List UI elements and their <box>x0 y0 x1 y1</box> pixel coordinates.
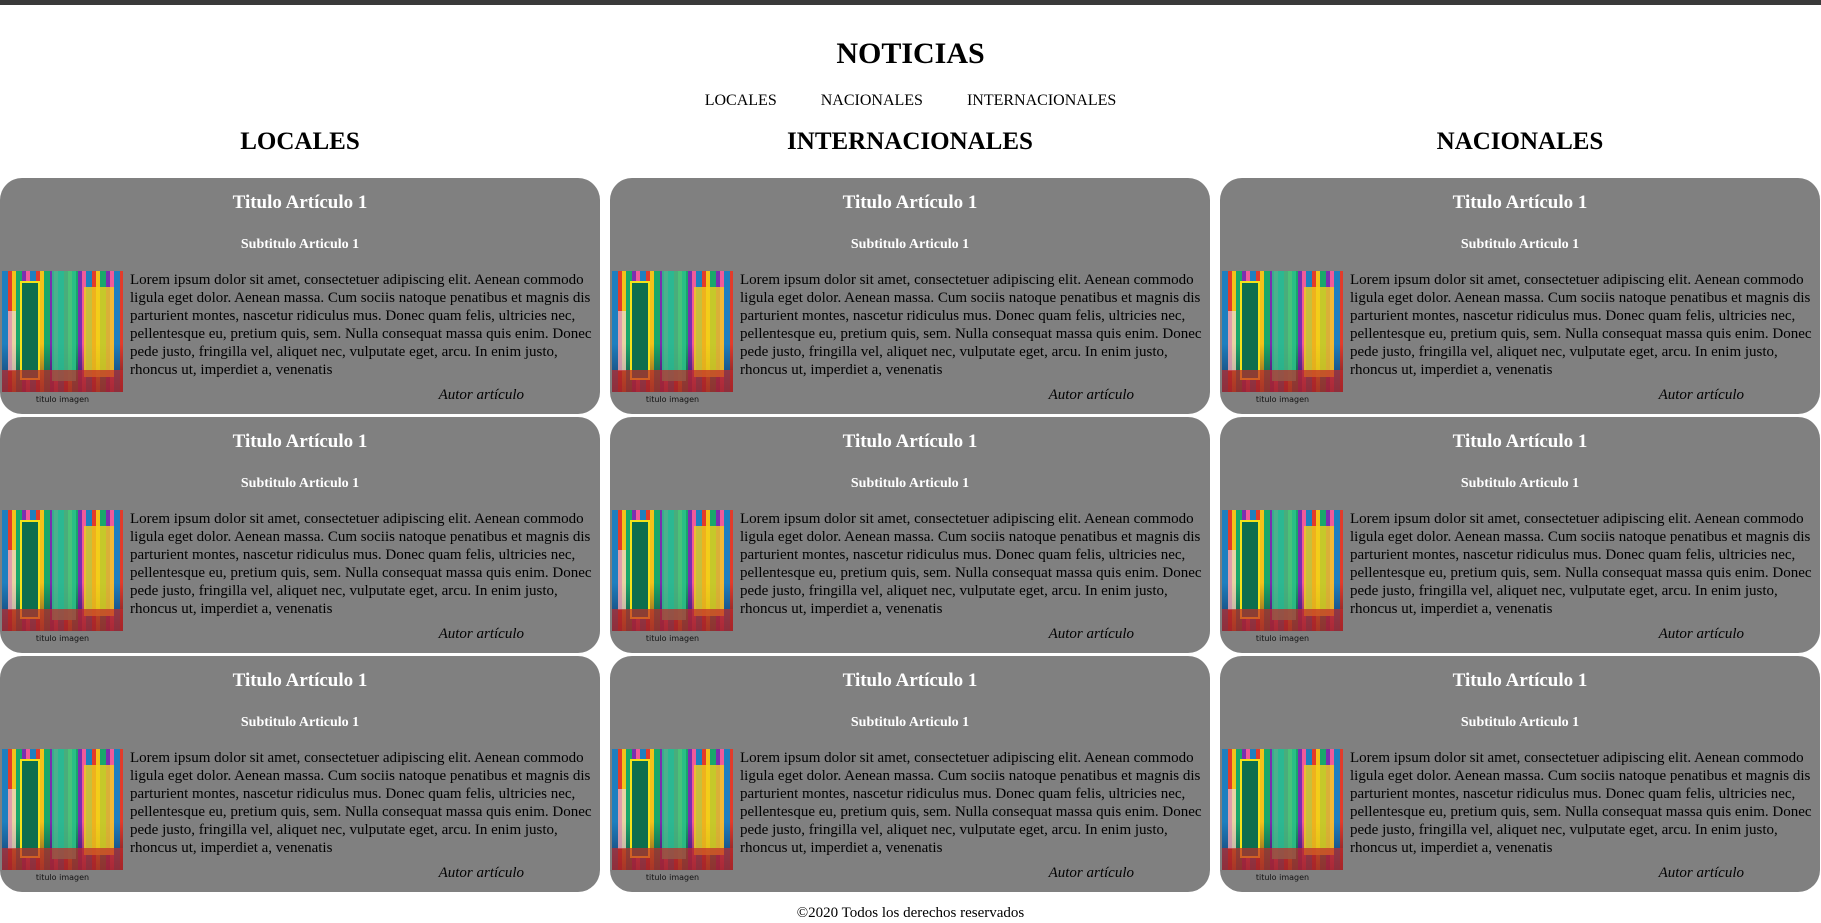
site-title: NOTICIAS <box>836 37 985 70</box>
article-subtitle: Subtitulo Articulo 1 <box>240 237 360 252</box>
article-body: Lorem ipsum dolor sit amet, consectetuer… <box>740 272 1202 378</box>
article-subtitle: Subtitulo Articulo 1 <box>1460 715 1580 730</box>
article-body: Lorem ipsum dolor sit amet, consectetuer… <box>740 511 1202 617</box>
article-card: Titulo Artículo 1 Subtitulo Articulo 1 tit… <box>0 656 600 892</box>
article-figure: titulo imagen <box>612 510 733 643</box>
article-image <box>2 510 123 631</box>
article-title: Titulo Artículo 1 <box>842 192 978 213</box>
article-figure: titulo imagen <box>612 271 733 404</box>
article-author: Autor artículo <box>1658 387 1744 403</box>
article-title: Titulo Artículo 1 <box>1452 431 1588 452</box>
article-body: Lorem ipsum dolor sit amet, consectetuer… <box>130 750 592 856</box>
article-title: Titulo Artículo 1 <box>1452 192 1588 213</box>
article-image <box>1222 510 1343 631</box>
article-title: Titulo Artículo 1 <box>232 431 368 452</box>
image-caption: titulo imagen <box>1255 634 1310 643</box>
column-nacionales: NACIONALES Titulo Artículo 1 Subtitulo Art… <box>1220 124 1820 895</box>
news-columns: LOCALES Titulo Artículo 1 Subtitulo Articu… <box>0 124 1821 895</box>
nav-link-internacionales[interactable]: INTERNACIONALES <box>967 90 1116 112</box>
article-author: Autor artículo <box>438 626 524 642</box>
article-author: Autor artículo <box>1048 626 1134 642</box>
article-image <box>2 749 123 870</box>
article-author: Autor artículo <box>438 865 524 881</box>
article-body: Lorem ipsum dolor sit amet, consectetuer… <box>740 750 1202 856</box>
article-author: Autor artículo <box>1048 387 1134 403</box>
image-caption: titulo imagen <box>35 873 90 882</box>
image-caption: titulo imagen <box>645 395 700 404</box>
article-card: Titulo Artículo 1 Subtitulo Articulo 1 tit… <box>610 656 1210 892</box>
article-figure: titulo imagen <box>612 749 733 882</box>
article-image <box>612 749 733 870</box>
image-caption: titulo imagen <box>645 634 700 643</box>
article-title: Titulo Artículo 1 <box>842 670 978 691</box>
article-subtitle: Subtitulo Articulo 1 <box>850 715 970 730</box>
article-author: Autor artículo <box>438 387 524 403</box>
article-subtitle: Subtitulo Articulo 1 <box>1460 476 1580 491</box>
column-internacionales: INTERNACIONALES Titulo Artículo 1 Subtitul… <box>610 124 1210 895</box>
article-subtitle: Subtitulo Articulo 1 <box>240 476 360 491</box>
article-figure: titulo imagen <box>1222 271 1343 404</box>
article-card: Titulo Artículo 1 Subtitulo Articulo 1 tit… <box>0 417 600 653</box>
article-figure: titulo imagen <box>2 510 123 643</box>
article-image <box>2 271 123 392</box>
article-image <box>1222 271 1343 392</box>
article-card: Titulo Artículo 1 Subtitulo Articulo 1 tit… <box>0 178 600 414</box>
article-body: Lorem ipsum dolor sit amet, consectetuer… <box>1350 272 1812 378</box>
nav-link-locales[interactable]: LOCALES <box>705 90 777 112</box>
article-title: Titulo Artículo 1 <box>1452 670 1588 691</box>
image-caption: titulo imagen <box>1255 873 1310 882</box>
image-caption: titulo imagen <box>645 873 700 882</box>
article-subtitle: Subtitulo Articulo 1 <box>1460 237 1580 252</box>
footer-copyright: ©2020 Todos los derechos reservados <box>796 905 1025 921</box>
column-heading: LOCALES <box>240 128 360 155</box>
article-image <box>612 510 733 631</box>
main-nav: LOCALES NACIONALES INTERNACIONALES <box>0 90 1821 112</box>
article-subtitle: Subtitulo Articulo 1 <box>850 476 970 491</box>
article-card: Titulo Artículo 1 Subtitulo Articulo 1 tit… <box>610 417 1210 653</box>
article-card: Titulo Artículo 1 Subtitulo Articulo 1 tit… <box>1220 417 1820 653</box>
article-figure: titulo imagen <box>1222 749 1343 882</box>
article-card: Titulo Artículo 1 Subtitulo Articulo 1 tit… <box>610 178 1210 414</box>
article-figure: titulo imagen <box>2 749 123 882</box>
article-subtitle: Subtitulo Articulo 1 <box>240 715 360 730</box>
article-author: Autor artículo <box>1658 865 1744 881</box>
image-caption: titulo imagen <box>35 395 90 404</box>
article-figure: titulo imagen <box>2 271 123 404</box>
image-caption: titulo imagen <box>35 634 90 643</box>
article-card: Titulo Artículo 1 Subtitulo Articulo 1 tit… <box>1220 656 1820 892</box>
article-author: Autor artículo <box>1048 865 1134 881</box>
image-caption: titulo imagen <box>1255 395 1310 404</box>
article-body: Lorem ipsum dolor sit amet, consectetuer… <box>130 511 592 617</box>
article-subtitle: Subtitulo Articulo 1 <box>850 237 970 252</box>
article-figure: titulo imagen <box>1222 510 1343 643</box>
article-title: Titulo Artículo 1 <box>232 192 368 213</box>
article-author: Autor artículo <box>1658 626 1744 642</box>
column-heading: NACIONALES <box>1436 128 1604 155</box>
nav-link-nacionales[interactable]: NACIONALES <box>821 90 923 112</box>
article-body: Lorem ipsum dolor sit amet, consectetuer… <box>1350 750 1812 856</box>
column-locales: LOCALES Titulo Artículo 1 Subtitulo Articu… <box>0 124 600 895</box>
article-body: Lorem ipsum dolor sit amet, consectetuer… <box>1350 511 1812 617</box>
column-heading: INTERNACIONALES <box>787 128 1033 155</box>
article-title: Titulo Artículo 1 <box>842 431 978 452</box>
article-image <box>1222 749 1343 870</box>
article-title: Titulo Artículo 1 <box>232 670 368 691</box>
article-body: Lorem ipsum dolor sit amet, consectetuer… <box>130 272 592 378</box>
article-image <box>612 271 733 392</box>
article-card: Titulo Artículo 1 Subtitulo Articulo 1 tit… <box>1220 178 1820 414</box>
